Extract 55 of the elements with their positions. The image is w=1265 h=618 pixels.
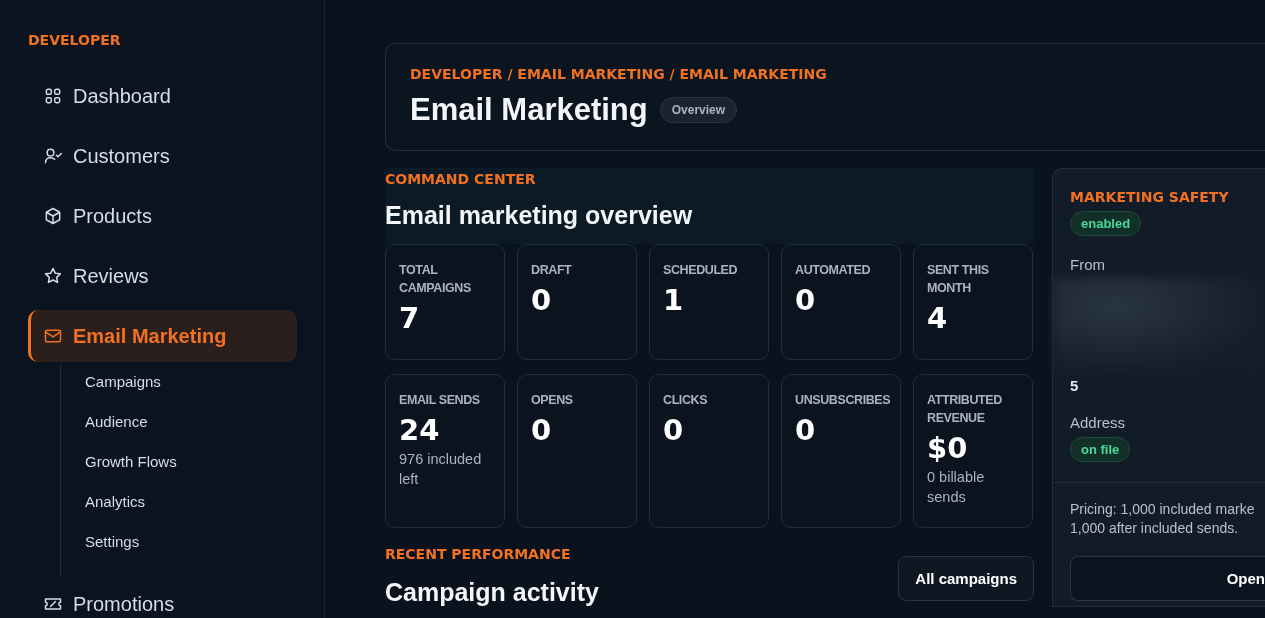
stat-value: 0 bbox=[663, 413, 685, 447]
sub-nav-item[interactable]: Analytics bbox=[61, 482, 324, 522]
field-value: 5 bbox=[1070, 377, 1079, 394]
nav-item[interactable]: Products bbox=[28, 190, 297, 242]
stat-label: AUTOMATED bbox=[795, 262, 872, 279]
sub-nav-item[interactable]: Settings bbox=[61, 522, 324, 562]
mail-icon bbox=[43, 326, 63, 346]
star-icon bbox=[43, 266, 63, 286]
stat-label: TOTAL CAMPAIGNS bbox=[399, 262, 472, 297]
section-label: RECENT PERFORMANCE bbox=[385, 546, 572, 562]
cube-icon bbox=[43, 206, 63, 226]
stat-label: ATTRIBUTED REVENUE bbox=[927, 392, 1003, 427]
nav-item[interactable]: Email Marketing bbox=[28, 310, 297, 362]
breadcrumb: DEVELOPER / EMAIL MARKETING / EMAIL MARKETING bbox=[410, 66, 828, 82]
field-label: From bbox=[1070, 256, 1105, 273]
section-label: DEVELOPER bbox=[28, 32, 122, 48]
pricing-text: Pricing: 1,000 included marke 1,000 after included sends. bbox=[1070, 500, 1256, 538]
open-button[interactable]: Open bbox=[1070, 556, 1265, 601]
panel-title: MARKETING SAFETY bbox=[1070, 189, 1229, 205]
stat-label: CLICKS bbox=[663, 392, 709, 409]
sub-nav-item[interactable]: Growth Flows bbox=[61, 442, 324, 482]
stat-label: OPENS bbox=[531, 392, 574, 409]
stat-value: 0 bbox=[795, 283, 817, 317]
stat-note: 976 included left bbox=[399, 450, 483, 489]
stat-label: EMAIL SENDS bbox=[399, 392, 481, 409]
all-campaigns-button[interactable]: All campaigns bbox=[898, 556, 1034, 601]
nav-item[interactable]: Promotions bbox=[28, 578, 297, 618]
section-title: Campaign activity bbox=[385, 578, 599, 607]
overview-badge: Overview bbox=[659, 97, 738, 123]
nav-item[interactable]: Dashboard bbox=[28, 70, 297, 122]
stat-value: $0 bbox=[927, 431, 969, 465]
section-title: Email marketing overview bbox=[385, 201, 694, 230]
stat-value: 7 bbox=[399, 301, 421, 335]
stat-label: UNSUBSCRIBES bbox=[795, 392, 892, 409]
stat-value: 0 bbox=[795, 413, 817, 447]
status-badge: on file bbox=[1070, 437, 1131, 462]
stat-value: 24 bbox=[399, 413, 441, 447]
nav-item[interactable]: Reviews bbox=[28, 250, 297, 302]
stat-label: SENT THIS MONTH bbox=[927, 262, 990, 297]
user-check-icon bbox=[43, 146, 63, 166]
status-badge: enabled bbox=[1070, 211, 1142, 236]
stat-value: 4 bbox=[927, 301, 949, 335]
field-label: Address bbox=[1070, 414, 1126, 431]
stat-label: DRAFT bbox=[531, 262, 573, 279]
section-label: COMMAND CENTER bbox=[385, 171, 537, 187]
stat-label: SCHEDULED bbox=[663, 262, 739, 279]
stat-value: 0 bbox=[531, 413, 553, 447]
page-title: Email Marketing bbox=[410, 92, 648, 128]
grid-icon bbox=[43, 86, 63, 106]
stat-value: 1 bbox=[663, 283, 685, 317]
sub-nav-item[interactable]: Campaigns bbox=[61, 362, 324, 402]
stat-note: 0 billable sends bbox=[927, 468, 986, 507]
stat-value: 0 bbox=[531, 283, 553, 317]
sub-nav-item[interactable]: Audience bbox=[61, 402, 324, 442]
nav-item[interactable]: Customers bbox=[28, 130, 297, 182]
